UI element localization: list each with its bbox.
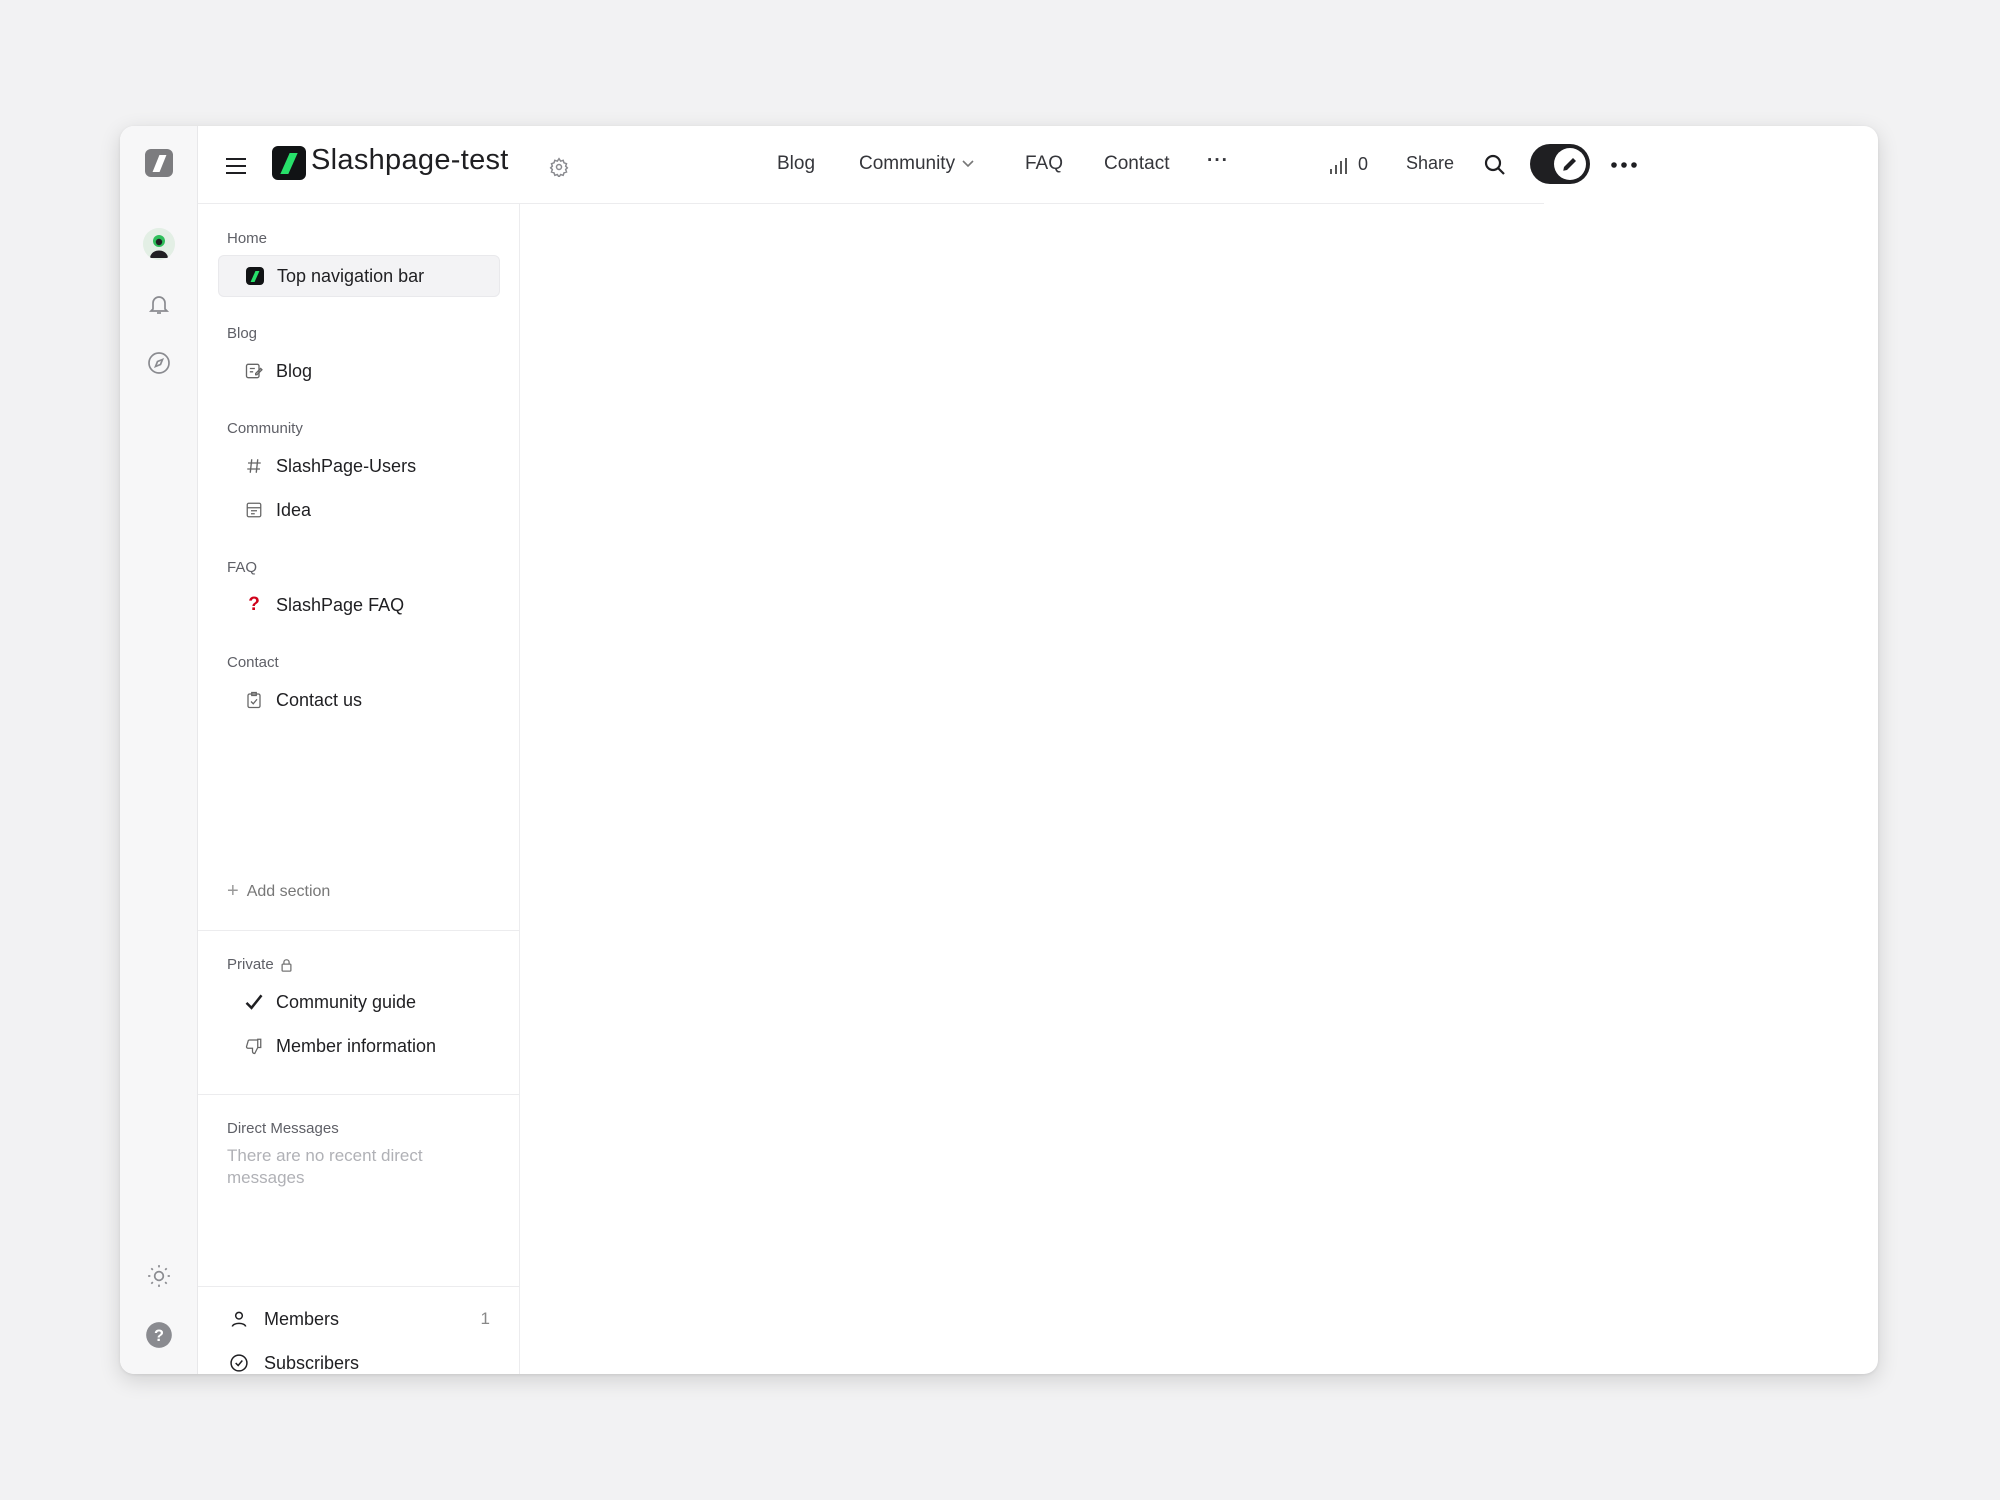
left-rail: ? — [120, 126, 198, 1374]
private-label-text: Private — [227, 956, 274, 973]
share-button[interactable]: Share — [1406, 153, 1454, 174]
sidebar-item-idea[interactable]: Idea — [218, 489, 500, 531]
sidebar-item-top-navigation-bar[interactable]: Top navigation bar — [218, 255, 500, 297]
nav-link-community[interactable]: Community — [859, 153, 974, 175]
nav-more-button[interactable]: ··· — [1207, 150, 1229, 172]
sidebar-item-label: Member information — [276, 1035, 437, 1056]
nav-link-blog[interactable]: Blog — [777, 153, 815, 175]
compass-icon[interactable] — [143, 347, 175, 379]
user-icon — [228, 1309, 250, 1329]
thumbs-down-icon — [244, 1036, 264, 1056]
hamburger-menu-icon[interactable] — [222, 152, 250, 180]
sidebar: Home Top navigation bar Blog Blog Commun… — [198, 204, 520, 1374]
add-section-button[interactable]: + Add section — [227, 880, 330, 903]
svg-text:?: ? — [154, 1327, 164, 1345]
help-icon[interactable]: ? — [143, 1319, 175, 1351]
members-count: 1 — [480, 1309, 490, 1328]
plus-icon: + — [227, 880, 239, 902]
subscribers-link[interactable]: Subscribers — [228, 1348, 490, 1374]
sidebar-divider — [198, 1094, 520, 1095]
sidebar-item-label: Top navigation bar — [277, 265, 425, 286]
section-contact-label: Contact — [227, 654, 279, 671]
sidebar-item-label: Idea — [276, 499, 312, 520]
nav-link-faq[interactable]: FAQ — [1025, 153, 1063, 175]
members-label: Members — [264, 1308, 340, 1329]
avatar[interactable] — [143, 228, 175, 260]
sidebar-item-community-guide[interactable]: Community guide — [218, 981, 500, 1023]
app-window: ? Slashpage-test Blog Community FAQ Cont… — [120, 126, 1878, 1374]
top-navigation-bar: Slashpage-test Blog Community FAQ Contac… — [198, 126, 1637, 204]
sun-icon[interactable] — [143, 1260, 175, 1292]
sidebar-divider — [198, 1286, 520, 1287]
sidebar-divider — [198, 930, 520, 931]
clipboard-icon — [244, 690, 264, 710]
sidebar-item-label: Contact us — [276, 689, 363, 710]
sidebar-item-contact-us[interactable]: Contact us — [218, 679, 500, 721]
stats-count: 0 — [1358, 154, 1369, 174]
board-icon — [244, 500, 264, 520]
settings-gear-icon[interactable] — [548, 156, 570, 178]
members-link[interactable]: Members 1 — [228, 1304, 490, 1334]
sidebar-item-label: Community guide — [276, 991, 417, 1012]
sidebar-item-member-information[interactable]: Member information — [218, 1025, 500, 1067]
check-circle-icon — [228, 1353, 250, 1373]
lock-icon — [280, 958, 293, 972]
section-blog-label: Blog — [227, 325, 258, 342]
section-private-label: Private — [227, 956, 293, 973]
sidebar-item-slashpage-faq[interactable]: ? SlashPage FAQ — [218, 584, 500, 626]
add-section-label: Add section — [246, 882, 331, 900]
section-community-label: Community — [227, 420, 303, 437]
slashpage-logo-icon — [245, 266, 265, 286]
nav-link-community-label: Community — [859, 153, 956, 174]
chevron-down-icon — [962, 160, 974, 168]
section-direct-messages-label: Direct Messages — [227, 1120, 339, 1137]
pencil-icon — [1554, 148, 1586, 180]
stats-bar-icon[interactable] — [1328, 155, 1350, 177]
dm-empty-state: There are no recent direct messages — [227, 1146, 423, 1187]
question-mark-icon: ? — [248, 594, 260, 615]
bell-icon[interactable] — [143, 288, 175, 320]
nav-link-contact[interactable]: Contact — [1104, 153, 1169, 175]
hash-icon — [244, 456, 264, 476]
sidebar-item-label: SlashPage FAQ — [276, 594, 405, 615]
section-faq-label: FAQ — [227, 559, 258, 576]
sidebar-item-slashpage-users[interactable]: SlashPage-Users — [218, 445, 500, 487]
checkmark-icon — [244, 992, 264, 1012]
more-options-icon[interactable] — [1610, 154, 1638, 176]
blog-edit-icon — [244, 361, 264, 381]
slashpage-home-icon[interactable] — [145, 149, 173, 177]
search-icon[interactable] — [1482, 152, 1508, 178]
section-home-label: Home — [227, 230, 268, 247]
sidebar-item-label: Blog — [276, 360, 313, 381]
sidebar-item-label: SlashPage-Users — [276, 455, 417, 476]
edit-mode-toggle[interactable] — [1530, 144, 1590, 184]
site-title[interactable]: Slashpage-test — [311, 144, 509, 177]
sidebar-item-blog[interactable]: Blog — [218, 350, 500, 392]
site-logo-icon[interactable] — [272, 146, 306, 180]
subscribers-label: Subscribers — [264, 1352, 360, 1373]
